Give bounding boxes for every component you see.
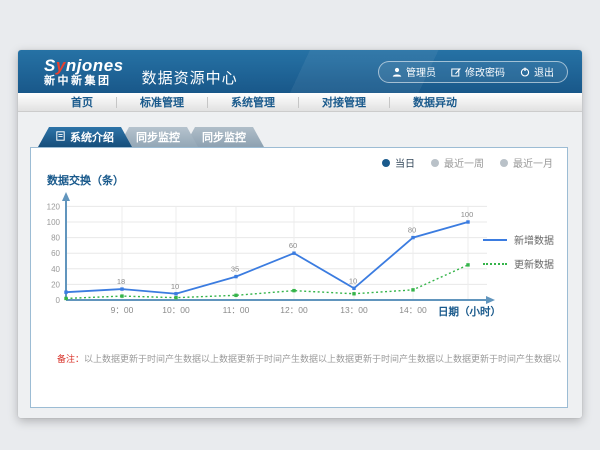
svg-text:80: 80	[408, 226, 416, 235]
logo-accent: y	[56, 56, 66, 75]
svg-text:10: 10	[349, 276, 357, 285]
svg-text:11：00: 11：00	[223, 305, 250, 315]
user-toolbar: 管理员 修改密码 退出	[378, 61, 568, 83]
radio-label: 最近一周	[444, 155, 484, 170]
edit-icon	[451, 67, 461, 77]
logo-wordmark: Synjones	[44, 57, 124, 74]
change-password-label: 修改密码	[465, 64, 505, 79]
chart-legend: 新增数据 更新数据	[483, 232, 554, 271]
content-area: 系统介绍 同步监控 同步监控 当日 最近一周	[18, 112, 582, 418]
legend-item-new-data: 新增数据	[483, 232, 554, 247]
legend-item-update-data: 更新数据	[483, 256, 554, 271]
legend-line-dotted	[483, 263, 507, 265]
svg-text:20: 20	[51, 280, 60, 289]
svg-text:80: 80	[51, 234, 60, 243]
radio-dot	[431, 159, 439, 167]
nav-item-home[interactable]: 首页	[48, 94, 116, 110]
svg-text:60: 60	[289, 241, 297, 250]
footnote: 备注：以上数据更新于时间产生数据以上数据更新于时间产生数据以上数据更新于时间产生…	[57, 352, 561, 365]
change-password-button[interactable]: 修改密码	[451, 64, 505, 79]
svg-text:120: 120	[47, 202, 61, 211]
chart-panel: 当日 最近一周 最近一月 数据交换（条） 0204060801001209：00…	[30, 147, 568, 408]
svg-text:12：00: 12：00	[280, 305, 308, 315]
radio-label: 最近一月	[513, 155, 553, 170]
tab-label: 同步监控	[202, 129, 246, 145]
app-window: Synjones 新中新集团 数据资源中心 管理员 修改密码 退出 首页 标准管…	[18, 50, 582, 418]
company-logo: Synjones 新中新集团	[44, 57, 124, 87]
footnote-text: 以上数据更新于时间产生数据以上数据更新于时间产生数据以上数据更新于时间产生数据以…	[84, 354, 561, 364]
logo-post: njones	[66, 56, 124, 75]
legend-label: 更新数据	[514, 256, 554, 271]
nav-item-system-mgmt[interactable]: 系统管理	[208, 94, 298, 110]
svg-text:14：00: 14：00	[399, 305, 427, 315]
svg-text:35: 35	[231, 265, 239, 274]
nav-item-standard-mgmt[interactable]: 标准管理	[117, 94, 207, 110]
legend-label: 新增数据	[514, 232, 554, 247]
radio-dot	[382, 159, 390, 167]
svg-text:10：00: 10：00	[162, 305, 190, 315]
svg-text:100: 100	[47, 218, 61, 227]
logout-button[interactable]: 退出	[520, 64, 554, 79]
radio-last-month[interactable]: 最近一月	[500, 155, 553, 170]
tab-system-intro[interactable]: 系统介绍	[38, 127, 132, 147]
svg-text:40: 40	[51, 265, 60, 274]
user-icon	[392, 67, 402, 77]
svg-text:60: 60	[51, 249, 60, 258]
svg-text:13：00: 13：00	[340, 305, 368, 315]
svg-text:10: 10	[171, 282, 179, 291]
tab-label: 系统介绍	[70, 129, 114, 145]
document-icon	[56, 131, 65, 144]
svg-text:9：00: 9：00	[111, 305, 134, 315]
time-range-filter: 当日 最近一周 最近一月	[382, 155, 553, 170]
nav-item-interface-mgmt[interactable]: 对接管理	[299, 94, 389, 110]
footnote-label: 备注：	[57, 354, 84, 364]
power-icon	[520, 67, 530, 77]
header: Synjones 新中新集团 数据资源中心 管理员 修改密码 退出	[18, 50, 582, 93]
nav-item-data-change[interactable]: 数据异动	[390, 94, 480, 110]
svg-text:100: 100	[461, 210, 474, 219]
radio-label: 当日	[395, 155, 415, 170]
user-name: 管理员	[406, 64, 436, 79]
page-title: 数据资源中心	[142, 67, 238, 88]
tab-bar: 系统介绍 同步监控 同步监控	[38, 127, 264, 147]
radio-last-week[interactable]: 最近一周	[431, 155, 484, 170]
logo-pre: S	[44, 56, 56, 75]
current-user[interactable]: 管理员	[392, 64, 436, 79]
svg-text:日期（小时）: 日期（小时）	[438, 305, 501, 318]
svg-text:18: 18	[117, 277, 125, 286]
tab-label: 同步监控	[136, 129, 180, 145]
logout-label: 退出	[534, 64, 554, 79]
legend-line-solid	[483, 239, 507, 241]
svg-text:0: 0	[56, 296, 61, 305]
main-nav: 首页 标准管理 系统管理 对接管理 数据异动	[18, 93, 582, 112]
radio-today[interactable]: 当日	[382, 155, 415, 170]
radio-dot	[500, 159, 508, 167]
logo-subtitle: 新中新集团	[44, 76, 124, 87]
